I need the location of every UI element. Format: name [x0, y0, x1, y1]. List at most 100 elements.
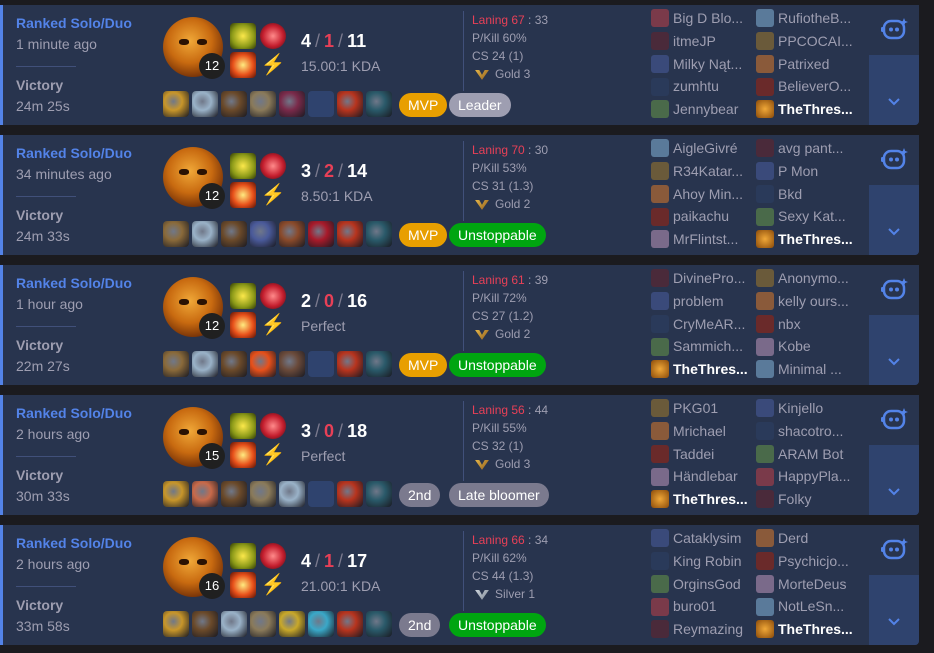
participant[interactable]: Jennybear — [651, 98, 755, 120]
participant[interactable]: Kinjello — [756, 397, 860, 419]
participant[interactable]: King Robin — [651, 550, 755, 572]
keystone-rune-icon[interactable] — [260, 23, 286, 49]
participant[interactable]: paikachu — [651, 205, 755, 227]
item-icon[interactable] — [163, 481, 189, 507]
participant[interactable]: shacotro... — [756, 420, 860, 442]
item-icon[interactable] — [192, 351, 218, 377]
item-icon[interactable] — [279, 611, 305, 637]
participant[interactable]: RufiotheB... — [756, 7, 860, 29]
summoner-spell-ignite-icon[interactable] — [230, 572, 256, 598]
item-icon[interactable] — [279, 481, 305, 507]
keystone-rune-icon[interactable] — [260, 413, 286, 439]
item-icon[interactable] — [308, 221, 334, 247]
item-icon[interactable] — [366, 611, 392, 637]
participant[interactable]: NotLeSn... — [756, 595, 860, 617]
participant[interactable]: avg pant... — [756, 137, 860, 159]
current-player[interactable]: TheThres... — [651, 358, 755, 380]
participant[interactable]: HappyPla... — [756, 465, 860, 487]
participant[interactable]: Sammich... — [651, 335, 755, 357]
match-card[interactable]: Ranked Solo/Duo 2 hours ago Victory 33m 58s… — [0, 525, 919, 645]
item-icon[interactable] — [337, 481, 363, 507]
participant[interactable]: Derd — [756, 527, 860, 549]
item-icon[interactable] — [366, 221, 392, 247]
item-icon[interactable] — [221, 221, 247, 247]
match-card[interactable]: Ranked Solo/Duo 1 minute ago Victory 24m 25… — [0, 5, 919, 125]
participant[interactable]: MrFlintst... — [651, 228, 755, 250]
secondary-rune-icon[interactable]: ⚡ — [260, 182, 286, 208]
ai-assistant-icon[interactable] — [881, 17, 909, 41]
participant[interactable]: kelly ours... — [756, 290, 860, 312]
participant[interactable]: Taddei — [651, 443, 755, 465]
current-player[interactable]: TheThres... — [756, 98, 860, 120]
match-card[interactable]: Ranked Solo/Duo 2 hours ago Victory 30m 33s… — [0, 395, 919, 515]
item-icon[interactable] — [250, 481, 276, 507]
participant[interactable]: Reymazing — [651, 618, 755, 640]
item-icon[interactable] — [221, 611, 247, 637]
participant[interactable]: BelieverO... — [756, 75, 860, 97]
chevron-down-icon[interactable] — [886, 93, 902, 109]
participant[interactable]: Minimal ... — [756, 358, 860, 380]
participant[interactable]: Ahoy Min... — [651, 183, 755, 205]
current-player[interactable]: TheThres... — [651, 488, 755, 510]
item-icon[interactable] — [279, 351, 305, 377]
summoner-spell-flash-icon[interactable] — [230, 153, 256, 179]
participant[interactable]: Sexy Kat... — [756, 205, 860, 227]
participant[interactable]: R34Katar... — [651, 160, 755, 182]
item-icon[interactable] — [279, 221, 305, 247]
keystone-rune-icon[interactable] — [260, 153, 286, 179]
item-icon[interactable] — [192, 481, 218, 507]
chevron-down-icon[interactable] — [886, 223, 902, 239]
item-icon[interactable] — [250, 91, 276, 117]
item-icon[interactable] — [337, 91, 363, 117]
participant[interactable]: problem — [651, 290, 755, 312]
ai-assistant-icon[interactable] — [881, 407, 909, 431]
item-icon[interactable] — [163, 611, 189, 637]
keystone-rune-icon[interactable] — [260, 283, 286, 309]
participant[interactable]: CryMeAR... — [651, 313, 755, 335]
participant[interactable]: Cataklysim — [651, 527, 755, 549]
chevron-down-icon[interactable] — [886, 353, 902, 369]
participant[interactable]: MorteDeus — [756, 573, 860, 595]
participant[interactable]: PKG01 — [651, 397, 755, 419]
match-card[interactable]: Ranked Solo/Duo 1 hour ago Victory 22m 27s 1… — [0, 265, 919, 385]
item-icon[interactable] — [192, 91, 218, 117]
participant[interactable]: P Mon — [756, 160, 860, 182]
participant[interactable]: Patrixed — [756, 53, 860, 75]
secondary-rune-icon[interactable]: ⚡ — [260, 572, 286, 598]
participant[interactable]: DivinePro... — [651, 267, 755, 289]
summoner-spell-ignite-icon[interactable] — [230, 52, 256, 78]
participant[interactable]: Mrichael — [651, 420, 755, 442]
item-icon[interactable] — [163, 221, 189, 247]
item-icon[interactable] — [279, 91, 305, 117]
item-icon[interactable] — [366, 351, 392, 377]
participant[interactable]: Milky Nąt... — [651, 53, 755, 75]
participant[interactable]: Händlebar — [651, 465, 755, 487]
item-icon[interactable] — [192, 611, 218, 637]
item-icon[interactable] — [337, 221, 363, 247]
chevron-down-icon[interactable] — [886, 613, 902, 629]
participant[interactable]: itmeJP — [651, 30, 755, 52]
item-icon[interactable] — [366, 481, 392, 507]
participant[interactable]: ARAM Bot — [756, 443, 860, 465]
participant[interactable]: OrginsGod — [651, 573, 755, 595]
summoner-spell-flash-icon[interactable] — [230, 23, 256, 49]
secondary-rune-icon[interactable]: ⚡ — [260, 52, 286, 78]
participant[interactable]: Kobe — [756, 335, 860, 357]
summoner-spell-ignite-icon[interactable] — [230, 312, 256, 338]
participant[interactable]: buro01 — [651, 595, 755, 617]
ai-assistant-icon[interactable] — [881, 537, 909, 561]
secondary-rune-icon[interactable]: ⚡ — [260, 442, 286, 468]
summoner-spell-flash-icon[interactable] — [230, 413, 256, 439]
summoner-spell-flash-icon[interactable] — [230, 543, 256, 569]
current-player[interactable]: TheThres... — [756, 228, 860, 250]
participant[interactable]: nbx — [756, 313, 860, 335]
item-icon[interactable] — [163, 91, 189, 117]
participant[interactable]: PPCOCAI... — [756, 30, 860, 52]
item-icon[interactable] — [308, 611, 334, 637]
chevron-down-icon[interactable] — [886, 483, 902, 499]
item-icon[interactable] — [221, 351, 247, 377]
participant[interactable]: Psychicjo... — [756, 550, 860, 572]
match-card[interactable]: Ranked Solo/Duo 34 minutes ago Victory 24m … — [0, 135, 919, 255]
participant[interactable]: Folky — [756, 488, 860, 510]
keystone-rune-icon[interactable] — [260, 543, 286, 569]
